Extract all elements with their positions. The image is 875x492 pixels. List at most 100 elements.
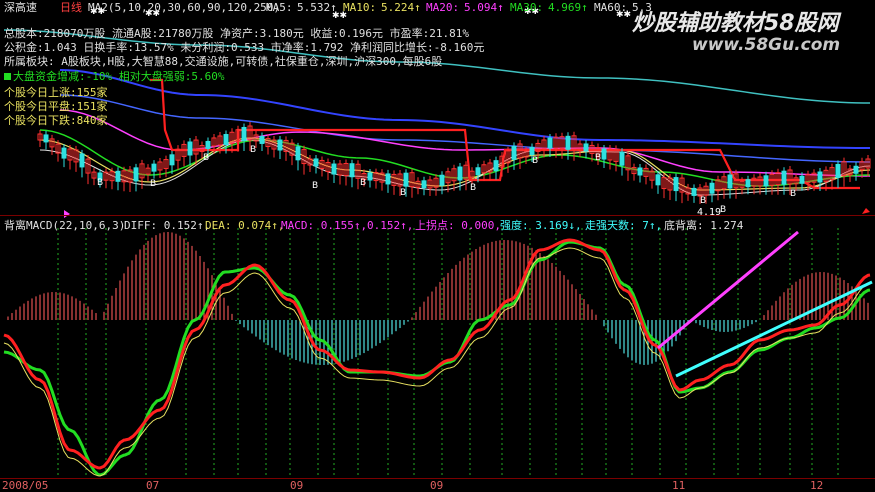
candlestick: [313, 158, 319, 167]
candlestick: [691, 187, 697, 196]
buy-signal-marker: B: [595, 153, 601, 163]
x-label-3: 09: [430, 479, 444, 492]
x-label-5: 12: [810, 479, 824, 492]
candlestick: [277, 139, 283, 151]
watermark-url: www.58Gu.com: [692, 35, 841, 55]
macd-name[interactable]: 背离MACD(22,10,6,3): [4, 219, 125, 232]
ma10-value: 5.224↑: [381, 1, 421, 14]
candlestick: [565, 135, 571, 150]
buy-signal-marker: B: [470, 183, 476, 193]
candlestick: [763, 175, 769, 187]
x-label-1: 07: [146, 479, 160, 492]
macd-divergence: 底背离: 1.274: [664, 219, 744, 232]
macd-signal-line: [3, 247, 871, 477]
candlestick: [457, 166, 463, 181]
ma-params: MA2(5,10,20,30,60,90,120,250): [88, 1, 281, 14]
candlestick: [61, 147, 67, 159]
stock-name: 深高速: [4, 1, 37, 14]
candlestick: [439, 174, 445, 186]
ma60-label: MA60:: [594, 1, 628, 14]
candlestick: [295, 146, 301, 161]
candlestick: [583, 143, 589, 152]
candlestick: [403, 172, 409, 187]
low-price-label: 4.19: [697, 207, 722, 218]
green-square-icon: [4, 73, 11, 80]
divergence-line-cyan: [675, 280, 873, 378]
ma10-label: MA10:: [343, 1, 377, 14]
candlestick: [223, 134, 229, 146]
candlestick: [745, 179, 751, 188]
candlestick: [421, 180, 427, 189]
candlestick: [151, 163, 157, 172]
candlestick: [799, 175, 805, 184]
macd-dea: DEA: 0.074↑,: [205, 219, 285, 232]
panel-divider: [0, 215, 875, 216]
ma30-value: 4.969↑: [548, 1, 588, 14]
macd-v2: 0.152↑,: [367, 219, 414, 232]
macd-diff: DIFF: 0.152↑,: [124, 219, 211, 232]
candlestick: [511, 145, 517, 160]
buy-signal-marker: B: [532, 156, 538, 166]
market-fund: 大盘资金增减:-10% 相对大盘强弱:5.60%: [4, 70, 224, 83]
info-line-3: 所属板块: A股板块,H股,大智慧88,交通设施,可转债,社保重仓,深圳,沪深3…: [4, 55, 443, 68]
ma30-label: MA30:: [510, 1, 544, 14]
macd-days: 走强天数: 7↑,: [585, 219, 663, 232]
ma20-value: 5.094↑: [464, 1, 504, 14]
candlestick: [835, 163, 841, 178]
candlestick: [493, 160, 499, 172]
candlestick: [727, 174, 733, 189]
candlestick: [637, 167, 643, 176]
buy-signal-marker: B: [400, 188, 406, 198]
candlestick: [259, 135, 265, 144]
macd-diff-line: [3, 238, 871, 470]
x-label-0: 2008/05: [2, 479, 49, 492]
price-pointer-icon: [862, 208, 870, 214]
market-fund-text: 大盘资金增减:-10% 相对大盘强弱:5.60%: [13, 70, 225, 83]
macd-turn: 上拐点: 0.000,: [415, 219, 501, 232]
ma20-label: MA20:: [426, 1, 460, 14]
candlestick: [79, 153, 85, 168]
buy-signal-marker: B: [97, 178, 103, 188]
candlestick: [601, 148, 607, 160]
macd-strength: 强度: 3.169↓,: [500, 219, 582, 232]
buy-signal-marker: B: [150, 179, 156, 189]
market-up: 个股今日上涨:155家: [4, 86, 108, 99]
x-label-4: 11: [672, 479, 686, 492]
candlestick: [187, 141, 193, 156]
candlestick: [133, 167, 139, 182]
candlestick: [817, 171, 823, 183]
watermark-title: 炒股辅助教材58股网: [632, 11, 839, 36]
candlestick: [619, 151, 625, 166]
macd-value: MACD: 0.155↑,: [281, 219, 368, 232]
info-line-2: 公积金:1.043 日换手率:13.57% 未分利润:0.533 市净率:1.7…: [4, 41, 485, 54]
candlestick: [169, 154, 175, 166]
ma5-value: 5.532↑: [297, 1, 337, 14]
buy-signal-marker: B: [250, 145, 256, 155]
candlestick: [205, 140, 211, 149]
candlestick: [673, 177, 679, 192]
candlestick: [385, 173, 391, 185]
candlestick: [241, 126, 247, 141]
candlestick: [547, 137, 553, 149]
ma5-label: MA5:: [266, 1, 293, 14]
candlestick: [709, 182, 715, 194]
x-label-2: 09: [290, 479, 304, 492]
info-line-1: 总股本:218070万股 流通A股:21780万股 净资产:3.180元 收益:…: [4, 27, 470, 40]
buy-signal-marker: B: [700, 196, 706, 206]
candlestick: [655, 174, 661, 186]
candlestick: [529, 147, 535, 156]
candlestick: [853, 165, 859, 174]
candlestick: [115, 170, 121, 182]
period-label[interactable]: 日线: [60, 1, 82, 14]
candlestick: [475, 167, 481, 176]
candlestick: [781, 170, 787, 185]
candlestick: [349, 163, 355, 178]
ma30-line: [39, 129, 871, 187]
buy-signal-marker: B: [790, 189, 796, 199]
scroll-arrow-icon: [64, 210, 70, 218]
candlestick: [367, 172, 373, 181]
candlestick: [43, 134, 49, 143]
market-down: 个股今日下跌:840家: [4, 114, 108, 127]
buy-signal-marker: B: [360, 178, 366, 188]
candlestick: [331, 163, 337, 175]
